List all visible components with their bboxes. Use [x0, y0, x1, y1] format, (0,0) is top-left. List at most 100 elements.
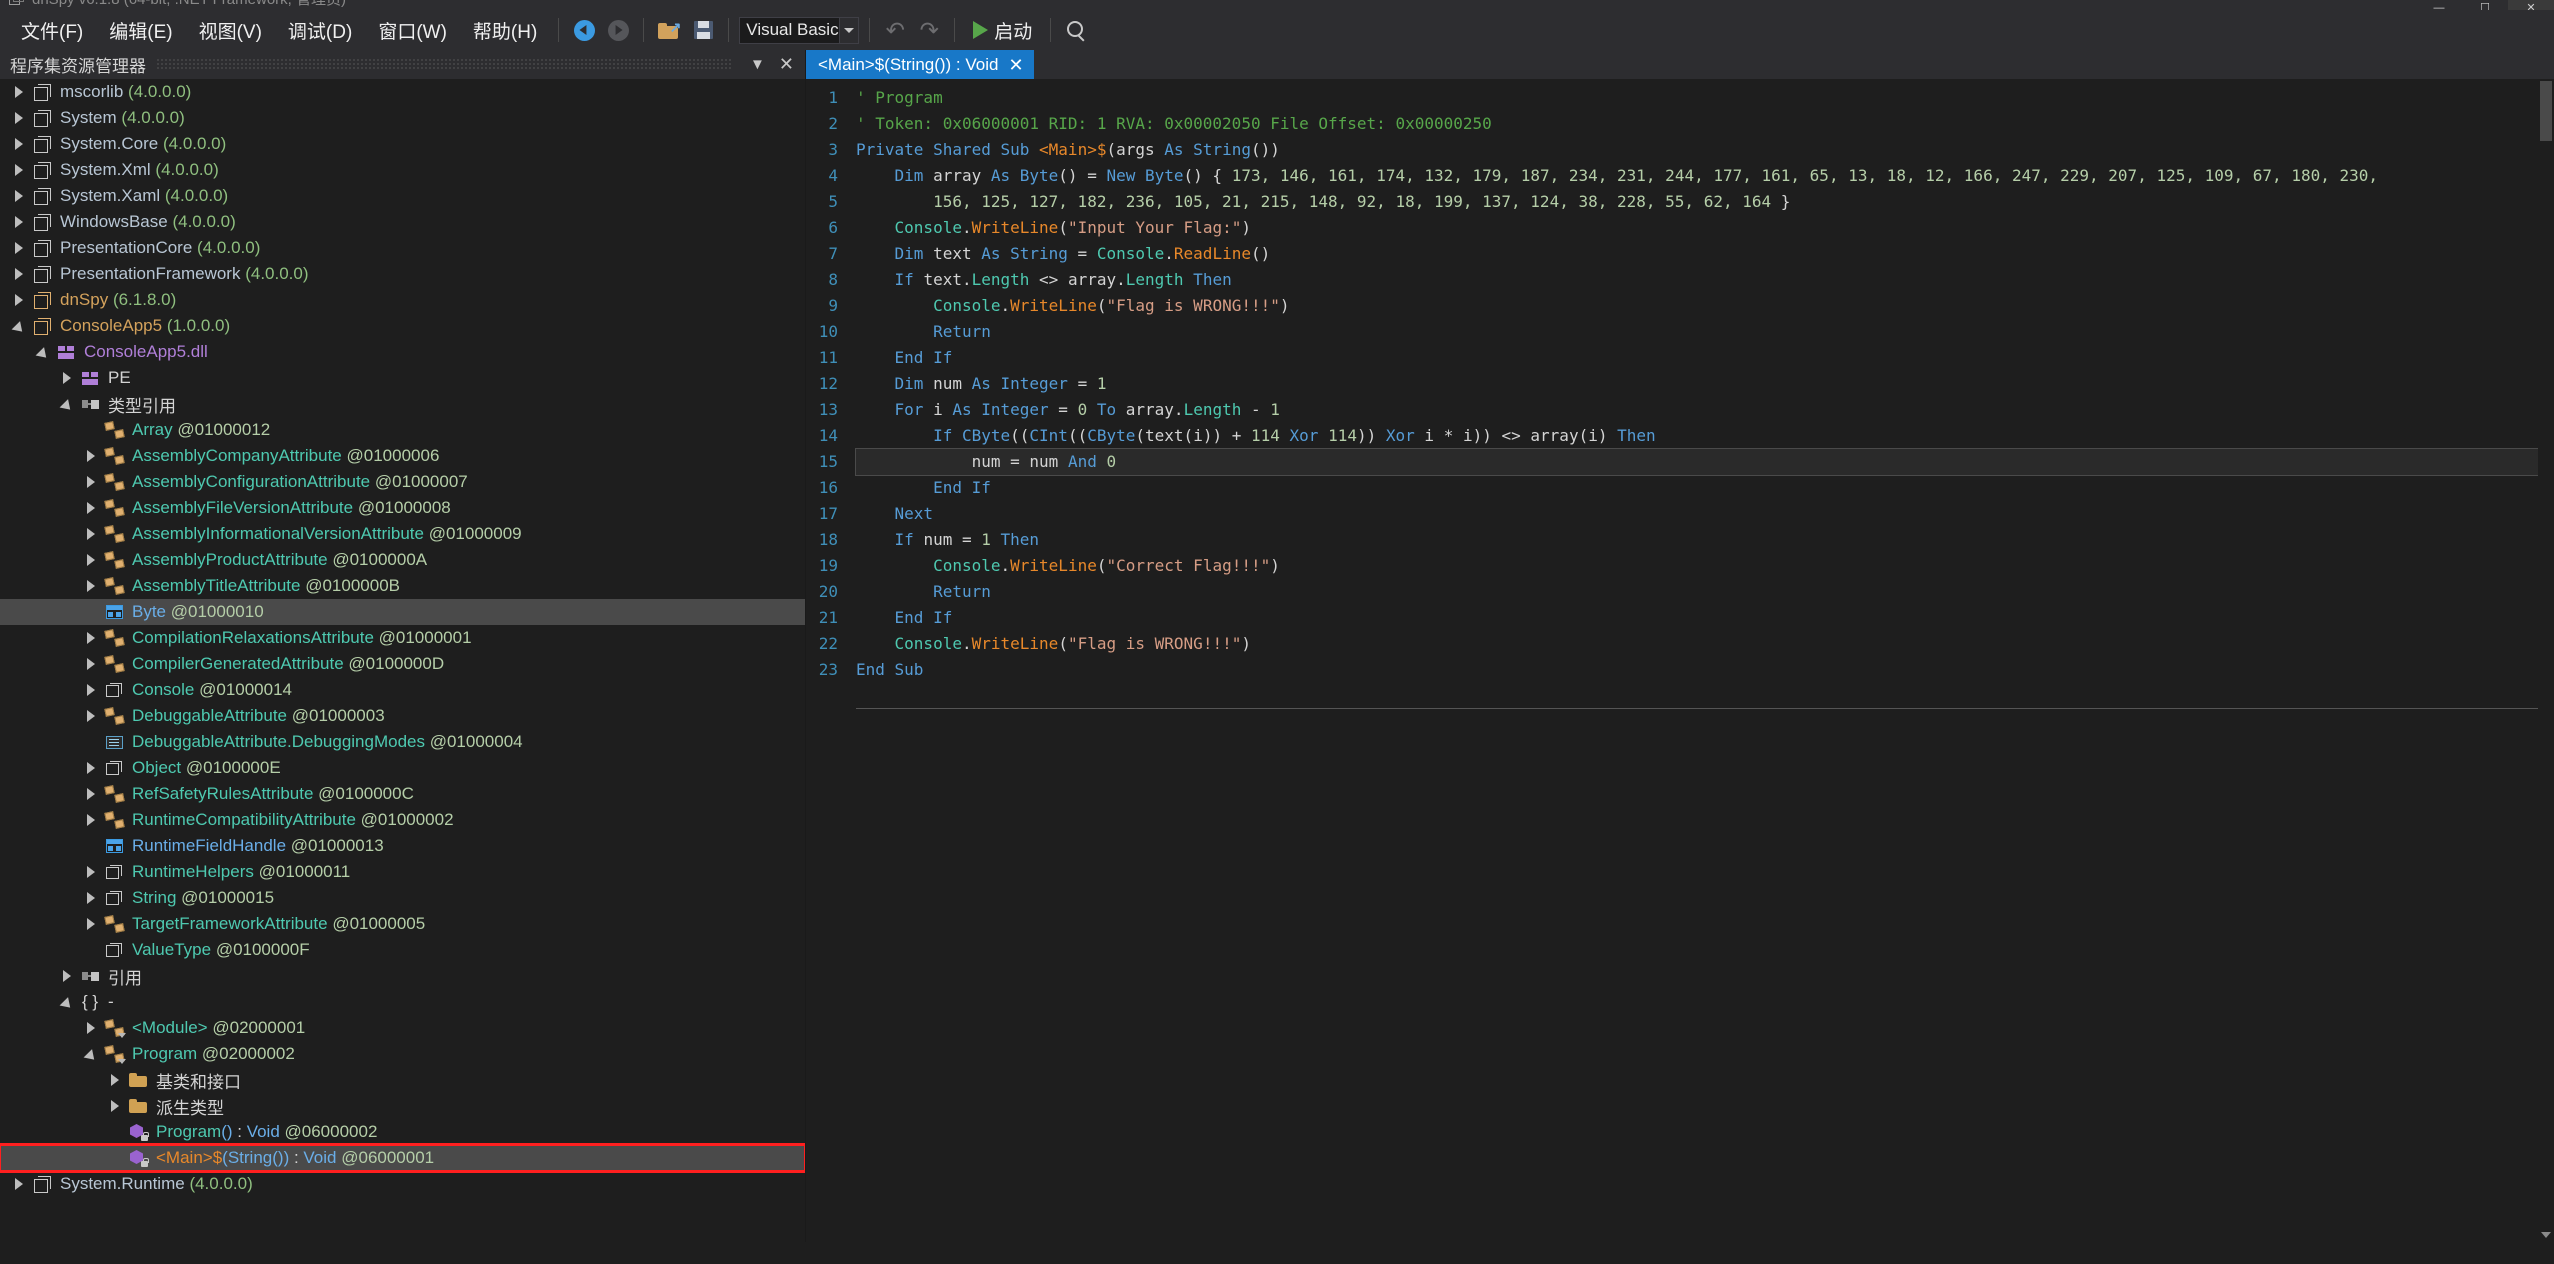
expander-collapsed-icon[interactable] [80, 1022, 102, 1034]
scroll-down-icon[interactable] [2538, 1228, 2554, 1242]
code-line[interactable]: If num = 1 Then [856, 527, 2538, 553]
tree-item-assemblyinformationalversionattribute[interactable]: AssemblyInformationalVersionAttribute @0… [0, 521, 805, 547]
forward-button[interactable] [601, 15, 635, 45]
expander-collapsed-icon[interactable] [8, 190, 30, 202]
minimize-button[interactable]: — [2416, 0, 2462, 11]
tree-item-object[interactable]: Object @0100000E [0, 755, 805, 781]
tree-item-[interactable]: 派生类型 [0, 1093, 805, 1119]
code-line[interactable]: Dim num As Integer = 1 [856, 371, 2538, 397]
tree-item-[interactable]: 类型引用 [0, 391, 805, 417]
tree-item-runtimecompatibilityattribute[interactable]: RuntimeCompatibilityAttribute @01000002 [0, 807, 805, 833]
expander-collapsed-icon[interactable] [80, 632, 102, 644]
expander-collapsed-icon[interactable] [8, 242, 30, 254]
expander-collapsed-icon[interactable] [80, 866, 102, 878]
code-line[interactable]: Private Shared Sub <Main>$(args As Strin… [856, 137, 2538, 163]
expander-collapsed-icon[interactable] [8, 112, 30, 124]
code-line[interactable]: Console.WriteLine("Flag is WRONG!!!") [856, 631, 2538, 657]
tree-item-assemblyproductattribute[interactable]: AssemblyProductAttribute @0100000A [0, 547, 805, 573]
code-line[interactable]: ' Token: 0x06000001 RID: 1 RVA: 0x000020… [856, 111, 2538, 137]
tab-main-method[interactable]: <Main>$(String()) : Void ✕ [806, 50, 1034, 79]
tree-item-presentationframework[interactable]: PresentationFramework (4.0.0.0) [0, 261, 805, 287]
expander-collapsed-icon[interactable] [80, 788, 102, 800]
expander-collapsed-icon[interactable] [8, 86, 30, 98]
expander-collapsed-icon[interactable] [80, 892, 102, 904]
menu-window[interactable]: 窗口(W) [365, 13, 460, 48]
tree-item-byte[interactable]: Byte @01000010 [0, 599, 805, 625]
expander-expanded-icon[interactable] [32, 346, 54, 362]
expander-collapsed-icon[interactable] [8, 164, 30, 176]
language-select[interactable]: Visual Basic [739, 16, 860, 44]
tree-item-mscorlib[interactable]: mscorlib (4.0.0.0) [0, 79, 805, 105]
redo-button[interactable]: ↷ [912, 15, 946, 45]
code-line[interactable]: Next [856, 501, 2538, 527]
back-button[interactable] [567, 15, 601, 45]
expander-collapsed-icon[interactable] [8, 216, 30, 228]
expander-collapsed-icon[interactable] [104, 1100, 126, 1112]
code-line[interactable]: num = num And 0 [855, 448, 2538, 476]
tree-item-dnspy[interactable]: dnSpy (6.1.8.0) [0, 287, 805, 313]
code-content[interactable]: ' Program ' Token: 0x06000001 RID: 1 RVA:… [846, 79, 2538, 1242]
expander-collapsed-icon[interactable] [80, 814, 102, 826]
search-button[interactable] [1059, 15, 1093, 45]
open-button[interactable]: ↗ [652, 15, 686, 45]
tree-item-module[interactable]: <Module> @02000001 [0, 1015, 805, 1041]
expander-collapsed-icon[interactable] [8, 1178, 30, 1190]
tree-item-valuetype[interactable]: ValueType @0100000F [0, 937, 805, 963]
expander-collapsed-icon[interactable] [80, 762, 102, 774]
code-line[interactable]: Console.WriteLine("Input Your Flag:") [856, 215, 2538, 241]
code-line[interactable]: ' Program [856, 85, 2538, 111]
close-button[interactable]: ✕ [2508, 0, 2554, 10]
tree-item-consoleapp5[interactable]: ConsoleApp5 (1.0.0.0) [0, 313, 805, 339]
tree-item-[interactable]: { } - [0, 989, 805, 1015]
expander-collapsed-icon[interactable] [80, 658, 102, 670]
tree-item-assemblyfileversionattribute[interactable]: AssemblyFileVersionAttribute @01000008 [0, 495, 805, 521]
tab-close-icon[interactable]: ✕ [1008, 56, 1023, 74]
code-line[interactable]: For i As Integer = 0 To array.Length - 1 [856, 397, 2538, 423]
expander-collapsed-icon[interactable] [80, 528, 102, 540]
expander-collapsed-icon[interactable] [8, 294, 30, 306]
tree-item-runtimehelpers[interactable]: RuntimeHelpers @01000011 [0, 859, 805, 885]
tree-item-debuggableattribute-debuggingmodes[interactable]: DebuggableAttribute.DebuggingModes @0100… [0, 729, 805, 755]
code-line[interactable]: End Sub [856, 657, 2538, 683]
menu-edit[interactable]: 编辑(E) [96, 13, 185, 48]
maximize-button[interactable]: ☐ [2462, 0, 2508, 11]
menu-file[interactable]: 文件(F) [8, 13, 96, 48]
expander-collapsed-icon[interactable] [80, 554, 102, 566]
assembly-tree[interactable]: mscorlib (4.0.0.0) System (4.0.0.0) System… [0, 79, 805, 1242]
tree-item-targetframeworkattribute[interactable]: TargetFrameworkAttribute @01000005 [0, 911, 805, 937]
code-line[interactable] [856, 683, 2538, 709]
code-line[interactable]: If CByte((CInt((CByte(text(i)) + 114 Xor… [856, 423, 2538, 449]
tree-item-string[interactable]: String @01000015 [0, 885, 805, 911]
save-button[interactable] [686, 15, 720, 45]
tree-item-debuggableattribute[interactable]: DebuggableAttribute @01000003 [0, 703, 805, 729]
tree-item-console[interactable]: Console @01000014 [0, 677, 805, 703]
panel-menu-icon[interactable]: ▼ [743, 56, 772, 73]
code-line[interactable]: Console.WriteLine("Correct Flag!!!") [856, 553, 2538, 579]
tree-item-runtimefieldhandle[interactable]: RuntimeFieldHandle @01000013 [0, 833, 805, 859]
menu-view[interactable]: 视图(V) [186, 13, 275, 48]
tree-item-system-core[interactable]: System.Core (4.0.0.0) [0, 131, 805, 157]
code-line[interactable]: End If [856, 345, 2538, 371]
code-editor[interactable]: 1 2 3 4 5 6 7 8 9 10 11 12 13 14 15 16 17 18 19 20 21 22 23 ' … [806, 79, 2554, 1242]
tree-item-consoleapp5-dll[interactable]: ConsoleApp5.dll [0, 339, 805, 365]
expander-collapsed-icon[interactable] [8, 138, 30, 150]
expander-collapsed-icon[interactable] [80, 684, 102, 696]
expander-collapsed-icon[interactable] [56, 970, 78, 982]
undo-button[interactable]: ↶ [878, 15, 912, 45]
panel-close-icon[interactable]: ✕ [772, 54, 801, 75]
run-button[interactable]: 启动 [963, 15, 1042, 45]
tree-item-windowsbase[interactable]: WindowsBase (4.0.0.0) [0, 209, 805, 235]
tree-item-program-void[interactable]: Program() : Void @06000002 [0, 1119, 805, 1145]
code-line[interactable]: End If [856, 475, 2538, 501]
code-line[interactable]: If text.Length <> array.Length Then [856, 267, 2538, 293]
expander-collapsed-icon[interactable] [80, 710, 102, 722]
expander-collapsed-icon[interactable] [80, 450, 102, 462]
expander-expanded-icon[interactable] [56, 996, 78, 1012]
tree-item-assemblyconfigurationattribute[interactable]: AssemblyConfigurationAttribute @01000007 [0, 469, 805, 495]
code-line[interactable]: Return [856, 319, 2538, 345]
tree-item-system-xaml[interactable]: System.Xaml (4.0.0.0) [0, 183, 805, 209]
expander-collapsed-icon[interactable] [56, 372, 78, 384]
tree-item-[interactable]: 基类和接口 [0, 1067, 805, 1093]
tree-item-assemblytitleattribute[interactable]: AssemblyTitleAttribute @0100000B [0, 573, 805, 599]
expander-collapsed-icon[interactable] [8, 268, 30, 280]
